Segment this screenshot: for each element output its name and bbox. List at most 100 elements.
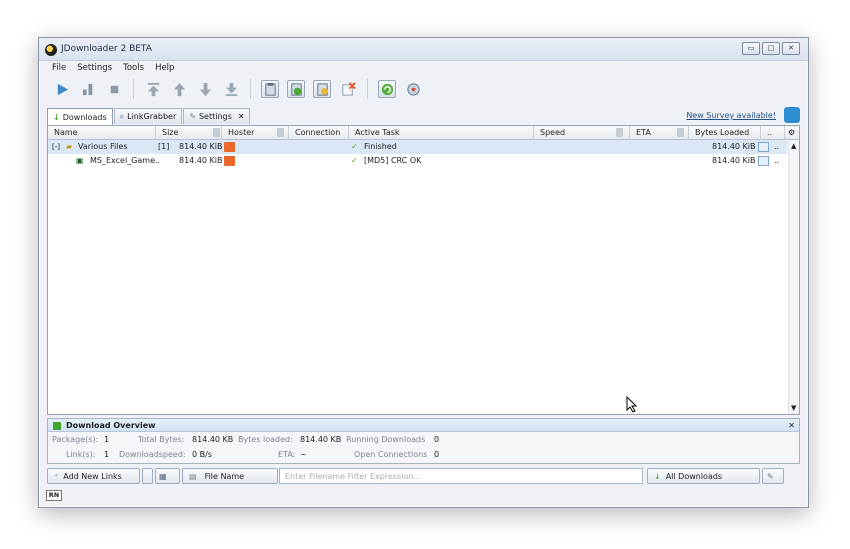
- auto-reconnect-icon[interactable]: [287, 80, 305, 98]
- close-button[interactable]: ✕: [782, 42, 800, 55]
- table-row[interactable]: [-] ▰ Various Files [1] 814.40 KiB ✓ Fin…: [48, 140, 787, 154]
- reconnect-icon[interactable]: [404, 80, 422, 98]
- window-title: JDownloader 2 BETA: [61, 44, 152, 54]
- move-top-icon[interactable]: [144, 80, 162, 98]
- title-bar: JDownloader 2 BETA ▭ □ ✕: [39, 38, 808, 61]
- column-connection[interactable]: Connection: [289, 126, 349, 140]
- app-icon: [45, 44, 57, 56]
- column-hoster-label: Hoster: [228, 128, 255, 137]
- scroll-up-icon[interactable]: ▲: [791, 142, 796, 150]
- survey-icon[interactable]: [784, 107, 800, 123]
- progress-box: [758, 156, 769, 166]
- stop-icon[interactable]: [105, 80, 123, 98]
- overview-download-icon: [53, 422, 61, 430]
- premium-icon[interactable]: [313, 80, 331, 98]
- menu-bar: File Settings Tools Help: [52, 63, 174, 73]
- column-active-task[interactable]: Active Task: [349, 126, 534, 140]
- play-icon[interactable]: [53, 80, 71, 98]
- all-downloads-dropdown[interactable]: ↓ All Downloads: [647, 468, 760, 484]
- overview-header: Download Overview ✕: [48, 419, 799, 432]
- package-folder-icon: ▰: [66, 142, 73, 151]
- bytes-loaded-label: Bytes loaded:: [238, 435, 293, 444]
- file-name-filter-button[interactable]: ▤ File Name: [182, 468, 278, 484]
- menu-settings[interactable]: Settings: [77, 63, 112, 73]
- column-eta[interactable]: ETA: [630, 126, 689, 140]
- move-bottom-icon[interactable]: [222, 80, 240, 98]
- settings-icon: ✎: [189, 112, 196, 121]
- column-eta-label: ETA: [636, 128, 651, 137]
- maximize-button[interactable]: □: [762, 42, 780, 55]
- column-bytes-loaded[interactable]: Bytes Loaded: [689, 126, 761, 140]
- toolbar-separator: [250, 79, 251, 99]
- move-down-icon[interactable]: [196, 80, 214, 98]
- tab-settings-label: Settings: [198, 112, 232, 121]
- status-badge: RN: [46, 490, 62, 501]
- hoster-icon: [224, 156, 235, 166]
- vertical-scrollbar[interactable]: ▲ ▼: [788, 140, 799, 414]
- lock-icon: [213, 128, 220, 137]
- all-downloads-label: All Downloads: [665, 471, 723, 481]
- all-downloads-icon: ↓: [654, 471, 661, 481]
- lock-icon: [616, 128, 623, 137]
- row-more: ..: [774, 156, 780, 165]
- menu-help[interactable]: Help: [155, 63, 174, 73]
- column-more[interactable]: ..: [761, 126, 785, 140]
- lock-icon: [677, 128, 684, 137]
- file-name-label: File Name: [204, 471, 245, 481]
- collapse-icon[interactable]: [-]: [52, 140, 60, 154]
- calendar-icon: ▦: [159, 471, 167, 481]
- minimize-button[interactable]: ▭: [742, 42, 760, 55]
- download-overview-panel: Download Overview ✕ Package(s): 1 Total …: [47, 418, 800, 464]
- tab-linkgrabber-label: LinkGrabber: [127, 112, 177, 121]
- clipboard-icon[interactable]: [261, 80, 279, 98]
- bytes-loaded-value: 814.40 KB: [300, 435, 342, 444]
- overview-title: Download Overview: [66, 421, 156, 430]
- column-settings-icon[interactable]: ⚙: [785, 126, 800, 140]
- links-value: 1: [104, 450, 110, 459]
- file-bytes-loaded: 814.40 KiB: [712, 156, 756, 165]
- quick-settings-button[interactable]: ✎: [762, 468, 784, 484]
- move-up-icon[interactable]: [170, 80, 188, 98]
- column-speed-label: Speed: [540, 128, 566, 137]
- package-bytes-loaded: 814.40 KiB: [712, 142, 756, 151]
- packages-value: 1: [104, 435, 110, 444]
- update-icon[interactable]: [378, 80, 396, 98]
- column-size[interactable]: Size: [156, 126, 222, 140]
- column-hoster[interactable]: Hoster: [222, 126, 289, 140]
- scroll-down-icon[interactable]: ▼: [791, 404, 796, 412]
- calendar-button[interactable]: ▦: [155, 468, 180, 484]
- window-controls: ▭ □ ✕: [742, 42, 800, 55]
- download-arrow-icon: ↓: [53, 112, 60, 122]
- tab-downloads[interactable]: ↓ Downloads: [47, 108, 113, 125]
- table-row[interactable]: ▣ MS_Excel_Game.. 814.40 KiB ✓ [MD5] CRC…: [48, 154, 787, 168]
- tab-linkgrabber[interactable]: ⌕ LinkGrabber: [113, 108, 183, 124]
- filename-filter-input[interactable]: Enter Filename Filter Expression...: [279, 468, 643, 484]
- total-bytes-label: Total Bytes:: [138, 435, 185, 444]
- menu-tools[interactable]: Tools: [123, 63, 144, 73]
- menu-file[interactable]: File: [52, 63, 66, 73]
- toolbar-separator: [367, 79, 368, 99]
- package-active-task: Finished: [364, 142, 397, 151]
- pause-icon[interactable]: [79, 80, 97, 98]
- open-connections-value: 0: [434, 450, 440, 459]
- add-new-links-button[interactable]: ⁺ Add New Links: [47, 468, 140, 484]
- file-size: 814.40 KiB: [179, 156, 223, 165]
- column-speed[interactable]: Speed: [534, 126, 630, 140]
- toolbar-separator: [133, 79, 134, 99]
- mouse-cursor-icon: [626, 396, 638, 413]
- add-links-dropdown[interactable]: [142, 468, 153, 484]
- overview-close-icon[interactable]: ✕: [788, 419, 795, 432]
- add-new-links-label: Add New Links: [63, 471, 122, 481]
- total-bytes-value: 814.40 KB: [192, 435, 234, 444]
- survey-link[interactable]: New Survey available!: [686, 111, 776, 120]
- running-downloads-value: 0: [434, 435, 440, 444]
- tab-close-icon[interactable]: ✕: [238, 112, 245, 121]
- eta-label: ETA:: [278, 450, 296, 459]
- download-speed-label: Downloadspeed:: [119, 450, 186, 459]
- package-count: [1]: [158, 142, 170, 151]
- clear-icon[interactable]: [339, 80, 357, 98]
- downloads-table: Name Size Hoster Connection Active Task …: [47, 125, 800, 415]
- tab-settings[interactable]: ✎ Settings ✕: [183, 108, 251, 124]
- jdownloader-window: JDownloader 2 BETA ▭ □ ✕ File Settings T…: [38, 37, 809, 508]
- column-name[interactable]: Name: [48, 126, 156, 140]
